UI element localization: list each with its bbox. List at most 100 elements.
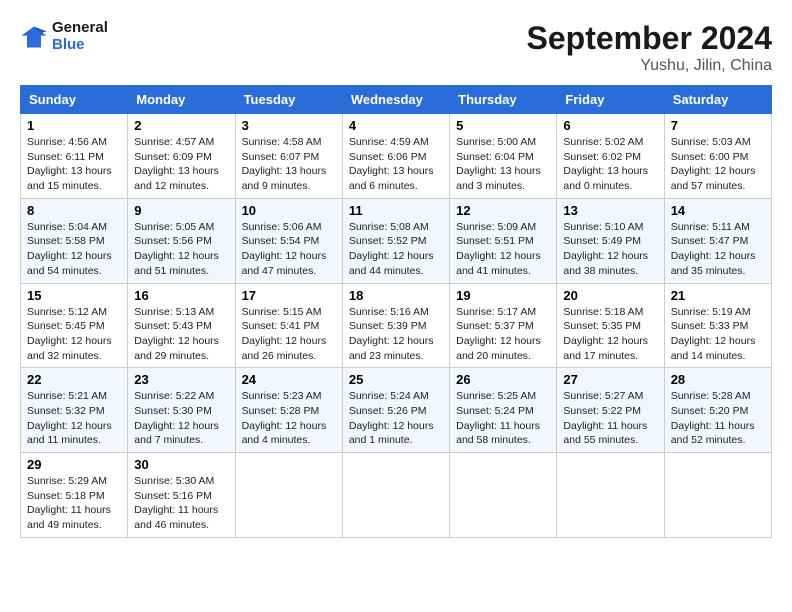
calendar-cell: 4 Sunrise: 4:59 AM Sunset: 6:06 PM Daylig… [342, 114, 449, 199]
calendar-cell: 23 Sunrise: 5:22 AM Sunset: 5:30 PM Dayli… [128, 368, 235, 453]
day-info: Sunrise: 5:10 AM Sunset: 5:49 PM Dayligh… [563, 220, 657, 279]
calendar-week-row: 1 Sunrise: 4:56 AM Sunset: 6:11 PM Daylig… [21, 114, 772, 199]
day-info: Sunrise: 5:04 AM Sunset: 5:58 PM Dayligh… [27, 220, 121, 279]
day-info: Sunrise: 5:24 AM Sunset: 5:26 PM Dayligh… [349, 389, 443, 448]
day-number: 4 [349, 118, 443, 133]
calendar-cell: 7 Sunrise: 5:03 AM Sunset: 6:00 PM Daylig… [664, 114, 771, 199]
day-number: 13 [563, 203, 657, 218]
day-info: Sunrise: 5:30 AM Sunset: 5:16 PM Dayligh… [134, 474, 228, 533]
day-number: 23 [134, 372, 228, 387]
logo: General Blue [20, 20, 108, 53]
day-number: 17 [242, 288, 336, 303]
day-info: Sunrise: 4:59 AM Sunset: 6:06 PM Dayligh… [349, 135, 443, 194]
calendar-cell: 19Sunrise: 5:17 AM Sunset: 5:37 PM Dayli… [450, 283, 557, 368]
day-number: 10 [242, 203, 336, 218]
calendar-cell [342, 453, 449, 538]
day-info: Sunrise: 5:27 AM Sunset: 5:22 PM Dayligh… [563, 389, 657, 448]
calendar-cell: 20 Sunrise: 5:18 AM Sunset: 5:35 PM Dayli… [557, 283, 664, 368]
day-number: 16 [134, 288, 228, 303]
day-number: 28 [671, 372, 765, 387]
page-header: General Blue September 2024 Yushu, Jilin… [20, 20, 772, 75]
calendar-cell: 14Sunrise: 5:11 AM Sunset: 5:47 PM Dayli… [664, 198, 771, 283]
month-title: September 2024 [527, 20, 772, 57]
weekday-header: Sunday [21, 86, 128, 114]
calendar-cell: 24Sunrise: 5:23 AM Sunset: 5:28 PM Dayli… [235, 368, 342, 453]
day-info: Sunrise: 5:11 AM Sunset: 5:47 PM Dayligh… [671, 220, 765, 279]
calendar-table: SundayMondayTuesdayWednesdayThursdayFrid… [20, 85, 772, 538]
day-number: 25 [349, 372, 443, 387]
day-number: 6 [563, 118, 657, 133]
day-number: 3 [242, 118, 336, 133]
day-number: 5 [456, 118, 550, 133]
day-number: 26 [456, 372, 550, 387]
calendar-cell: 10Sunrise: 5:06 AM Sunset: 5:54 PM Dayli… [235, 198, 342, 283]
calendar-cell: 1 Sunrise: 4:56 AM Sunset: 6:11 PM Daylig… [21, 114, 128, 199]
calendar-cell: 11 Sunrise: 5:08 AM Sunset: 5:52 PM Dayli… [342, 198, 449, 283]
calendar-cell [235, 453, 342, 538]
calendar-week-row: 15 Sunrise: 5:12 AM Sunset: 5:45 PM Dayli… [21, 283, 772, 368]
calendar-cell: 6Sunrise: 5:02 AM Sunset: 6:02 PM Daylig… [557, 114, 664, 199]
day-info: Sunrise: 5:19 AM Sunset: 5:33 PM Dayligh… [671, 305, 765, 364]
day-info: Sunrise: 5:21 AM Sunset: 5:32 PM Dayligh… [27, 389, 121, 448]
weekday-header: Saturday [664, 86, 771, 114]
day-info: Sunrise: 5:13 AM Sunset: 5:43 PM Dayligh… [134, 305, 228, 364]
calendar-cell: 26Sunrise: 5:25 AM Sunset: 5:24 PM Dayli… [450, 368, 557, 453]
calendar-cell: 28 Sunrise: 5:28 AM Sunset: 5:20 PM Dayli… [664, 368, 771, 453]
weekday-header: Monday [128, 86, 235, 114]
day-number: 11 [349, 203, 443, 218]
day-number: 7 [671, 118, 765, 133]
day-info: Sunrise: 4:56 AM Sunset: 6:11 PM Dayligh… [27, 135, 121, 194]
calendar-cell: 9 Sunrise: 5:05 AM Sunset: 5:56 PM Daylig… [128, 198, 235, 283]
day-info: Sunrise: 5:18 AM Sunset: 5:35 PM Dayligh… [563, 305, 657, 364]
calendar-cell: 25 Sunrise: 5:24 AM Sunset: 5:26 PM Dayli… [342, 368, 449, 453]
day-number: 27 [563, 372, 657, 387]
day-info: Sunrise: 5:16 AM Sunset: 5:39 PM Dayligh… [349, 305, 443, 364]
calendar-cell: 27 Sunrise: 5:27 AM Sunset: 5:22 PM Dayli… [557, 368, 664, 453]
day-info: Sunrise: 5:05 AM Sunset: 5:56 PM Dayligh… [134, 220, 228, 279]
day-number: 12 [456, 203, 550, 218]
day-info: Sunrise: 5:03 AM Sunset: 6:00 PM Dayligh… [671, 135, 765, 194]
day-number: 18 [349, 288, 443, 303]
calendar-week-row: 8 Sunrise: 5:04 AM Sunset: 5:58 PM Daylig… [21, 198, 772, 283]
day-number: 9 [134, 203, 228, 218]
calendar-cell: 17 Sunrise: 5:15 AM Sunset: 5:41 PM Dayli… [235, 283, 342, 368]
calendar-cell: 22 Sunrise: 5:21 AM Sunset: 5:32 PM Dayli… [21, 368, 128, 453]
logo-text-line1: General [52, 20, 108, 37]
weekday-header: Wednesday [342, 86, 449, 114]
location: Yushu, Jilin, China [527, 57, 772, 75]
day-number: 1 [27, 118, 121, 133]
calendar-cell: 2Sunrise: 4:57 AM Sunset: 6:09 PM Daylig… [128, 114, 235, 199]
day-number: 21 [671, 288, 765, 303]
day-info: Sunrise: 5:15 AM Sunset: 5:41 PM Dayligh… [242, 305, 336, 364]
day-number: 22 [27, 372, 121, 387]
weekday-header: Tuesday [235, 86, 342, 114]
weekday-header: Friday [557, 86, 664, 114]
calendar-cell: 15 Sunrise: 5:12 AM Sunset: 5:45 PM Dayli… [21, 283, 128, 368]
day-number: 19 [456, 288, 550, 303]
day-info: Sunrise: 5:22 AM Sunset: 5:30 PM Dayligh… [134, 389, 228, 448]
weekday-header-row: SundayMondayTuesdayWednesdayThursdayFrid… [21, 86, 772, 114]
calendar-cell [557, 453, 664, 538]
calendar-cell: 18 Sunrise: 5:16 AM Sunset: 5:39 PM Dayli… [342, 283, 449, 368]
day-number: 29 [27, 457, 121, 472]
day-info: Sunrise: 5:23 AM Sunset: 5:28 PM Dayligh… [242, 389, 336, 448]
logo-icon [20, 23, 48, 51]
calendar-cell: 5Sunrise: 5:00 AM Sunset: 6:04 PM Daylig… [450, 114, 557, 199]
day-info: Sunrise: 5:08 AM Sunset: 5:52 PM Dayligh… [349, 220, 443, 279]
day-info: Sunrise: 5:12 AM Sunset: 5:45 PM Dayligh… [27, 305, 121, 364]
day-number: 20 [563, 288, 657, 303]
day-number: 15 [27, 288, 121, 303]
day-number: 30 [134, 457, 228, 472]
calendar-cell: 16 Sunrise: 5:13 AM Sunset: 5:43 PM Dayli… [128, 283, 235, 368]
calendar-cell: 21 Sunrise: 5:19 AM Sunset: 5:33 PM Dayli… [664, 283, 771, 368]
title-block: September 2024 Yushu, Jilin, China [527, 20, 772, 75]
day-info: Sunrise: 5:29 AM Sunset: 5:18 PM Dayligh… [27, 474, 121, 533]
day-info: Sunrise: 5:28 AM Sunset: 5:20 PM Dayligh… [671, 389, 765, 448]
day-number: 2 [134, 118, 228, 133]
weekday-header: Thursday [450, 86, 557, 114]
calendar-cell: 30 Sunrise: 5:30 AM Sunset: 5:16 PM Dayli… [128, 453, 235, 538]
day-number: 8 [27, 203, 121, 218]
calendar-week-row: 29 Sunrise: 5:29 AM Sunset: 5:18 PM Dayli… [21, 453, 772, 538]
calendar-cell: 3Sunrise: 4:58 AM Sunset: 6:07 PM Daylig… [235, 114, 342, 199]
calendar-cell: 13 Sunrise: 5:10 AM Sunset: 5:49 PM Dayli… [557, 198, 664, 283]
